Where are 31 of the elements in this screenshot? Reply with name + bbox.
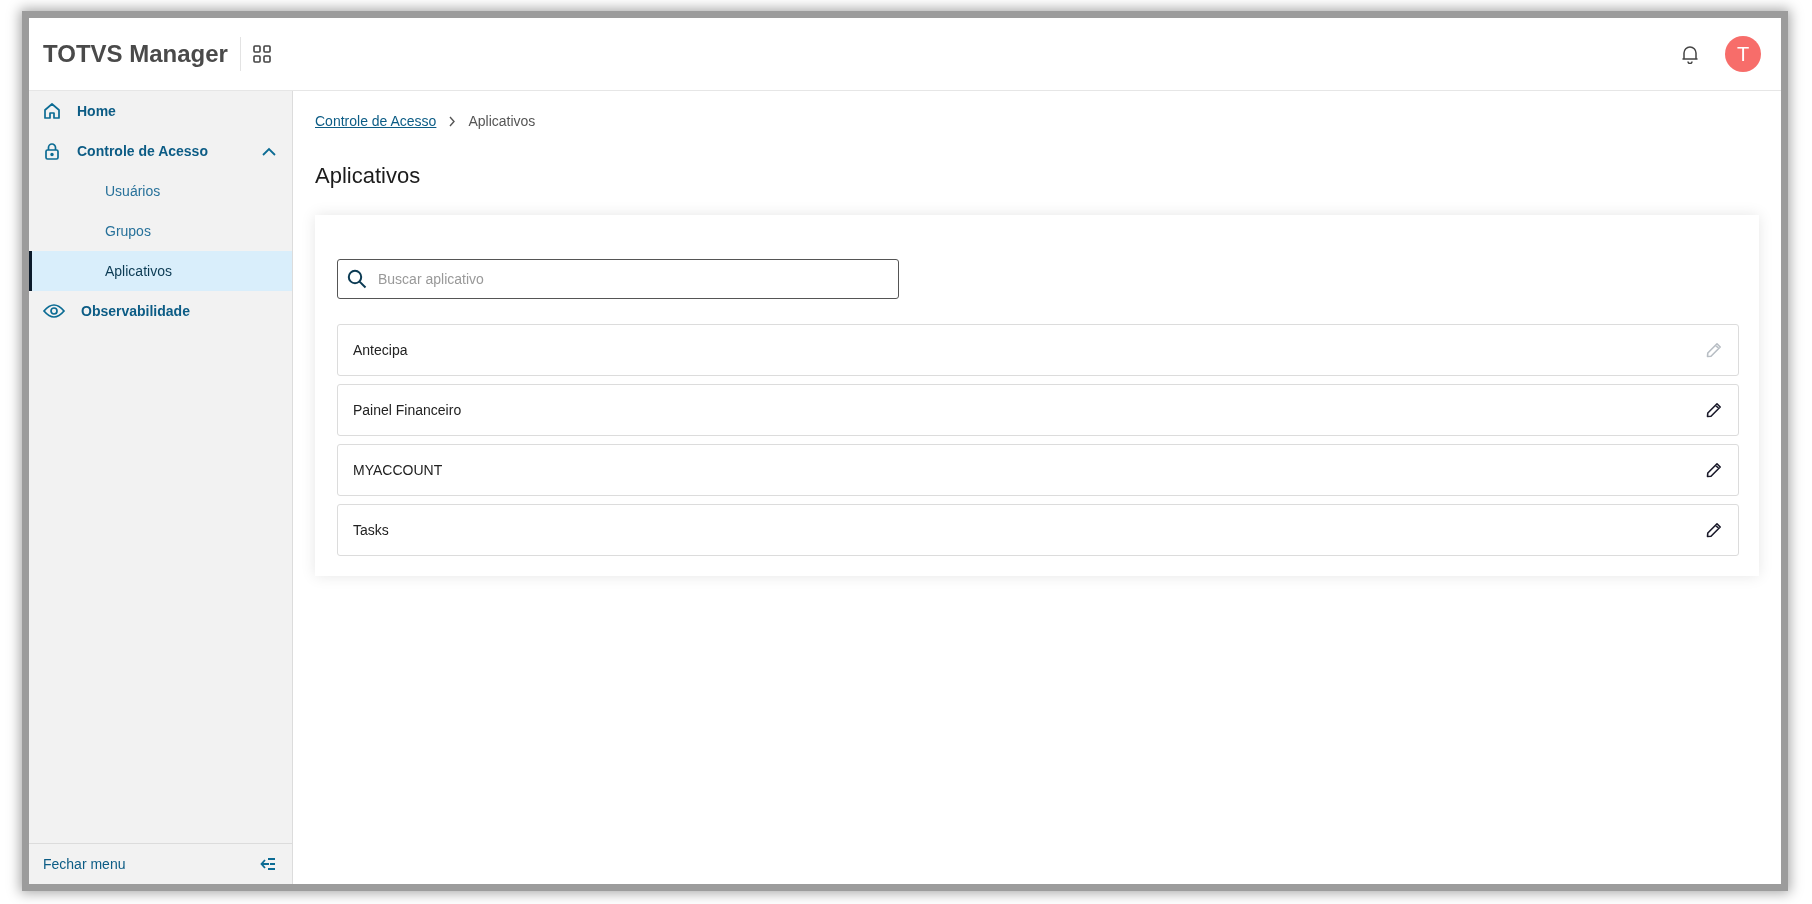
home-icon [43,102,61,120]
apps-grid-icon[interactable] [252,45,271,63]
eye-icon [43,303,65,319]
app-name: Tasks [353,522,389,538]
app-name: Antecipa [353,342,408,358]
sidebar-item[interactable]: Home [29,91,292,131]
search-icon [347,269,367,289]
edit-pencil-icon[interactable] [1706,462,1722,478]
chevron-icon[interactable] [262,146,276,156]
sidebar-subitem[interactable]: Usuários [29,171,292,211]
edit-pencil-icon[interactable] [1706,522,1722,538]
page-title: Aplicativos [315,163,422,189]
app-row[interactable]: MYACCOUNT [337,444,1739,496]
app-title: TOTVS Manager [43,40,228,68]
search-field[interactable]: Buscar aplicativo [337,259,899,299]
app-name: Painel Financeiro [353,402,462,418]
app-row[interactable]: Tasks [337,504,1739,556]
close-menu-link[interactable]: Fechar menu [43,856,126,872]
lock-icon [43,142,61,160]
edit-pencil-icon[interactable] [1706,402,1722,418]
collapse-menu-icon[interactable] [260,857,276,871]
breadcrumb-current: Aplicativos [468,113,536,129]
chevron-right-icon [448,115,457,127]
app-name: MYACCOUNT [353,462,443,478]
notification-bell-icon[interactable] [1681,44,1699,64]
sidebar-item[interactable]: Observabilidade [29,291,292,331]
app-row[interactable]: Painel Financeiro [337,384,1739,436]
sidebar-subitem[interactable]: Aplicativos [29,251,292,291]
sidebar-subitem[interactable]: Grupos [29,211,292,251]
breadcrumb-link[interactable]: Controle de Acesso [315,113,437,129]
sidebar-item[interactable]: Controle de Acesso [29,131,292,171]
